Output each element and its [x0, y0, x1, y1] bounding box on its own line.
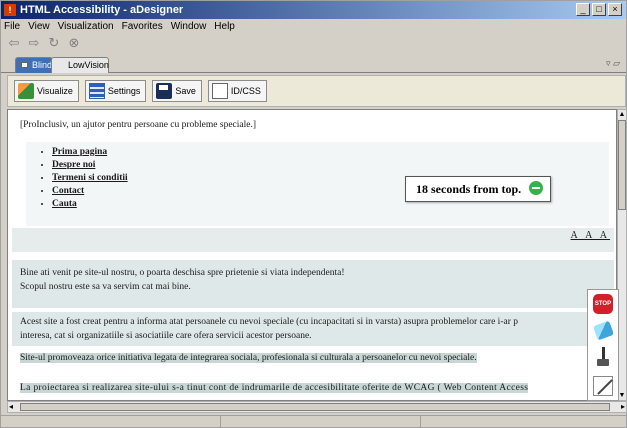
- menu-window[interactable]: Window: [171, 21, 207, 32]
- status-field-3: [421, 416, 626, 428]
- refresh-icon[interactable]: ↻: [47, 35, 61, 51]
- back-icon[interactable]: ⇦: [7, 35, 21, 51]
- menu-help[interactable]: Help: [214, 21, 235, 32]
- accessibility-paragraph: La proiectarea si realizarea site-ului s…: [20, 383, 529, 393]
- scroll-right-icon[interactable]: ▸: [621, 402, 625, 411]
- horizontal-scrollbar[interactable]: ◂ ▸: [7, 401, 627, 413]
- status-field-2: [221, 416, 421, 428]
- id-css-button[interactable]: ID/CSS: [207, 80, 267, 102]
- app-window: ! HTML Accessibility - aDesigner _ □ × F…: [0, 0, 627, 428]
- settings-button[interactable]: Settings: [84, 80, 147, 102]
- status-ok-icon: [529, 181, 543, 195]
- settings-icon: [88, 83, 105, 99]
- nav-link-contact[interactable]: Contact: [52, 185, 128, 198]
- scroll-up-icon[interactable]: ▲: [618, 110, 626, 119]
- eraser-icon[interactable]: [592, 320, 614, 341]
- blind-tab-icon: [21, 62, 28, 68]
- status-bar: [1, 415, 626, 428]
- minimize-button[interactable]: _: [576, 3, 590, 16]
- save-icon: [156, 83, 173, 99]
- visualize-icon: [18, 83, 34, 99]
- vertical-scroll-thumb[interactable]: [618, 120, 626, 210]
- about-paragraph: Acest site a fost creat pentru a informa…: [12, 312, 614, 346]
- status-field-1: [1, 416, 221, 428]
- tab-lowvision[interactable]: LowVision: [51, 57, 109, 73]
- view-menu-icon[interactable]: ▿ ▱: [606, 58, 620, 69]
- forward-icon[interactable]: ⇨: [27, 35, 41, 51]
- action-toolbar: Visualize Settings Save ID/CSS: [7, 75, 626, 107]
- save-button[interactable]: Save: [152, 80, 202, 102]
- title-bar: ! HTML Accessibility - aDesigner _ □ ×: [1, 1, 626, 19]
- promotion-paragraph: Site-ul promoveaza orice initiativa lega…: [20, 353, 477, 363]
- pen-icon[interactable]: [593, 375, 613, 396]
- scroll-down-icon[interactable]: ▼: [618, 391, 626, 400]
- stop-icon[interactable]: ⊗: [67, 35, 81, 51]
- tools-palette: STOP: [587, 289, 619, 401]
- nav-link-cauta[interactable]: Cauta: [52, 198, 128, 211]
- maximize-button[interactable]: □: [592, 3, 606, 16]
- font-size-band: [12, 228, 614, 252]
- menu-bar: File View Visualization Favorites Window…: [1, 19, 235, 33]
- app-icon: !: [4, 4, 16, 16]
- font-size-links[interactable]: A A A: [571, 230, 610, 241]
- nav-link-termeni[interactable]: Termeni si conditii: [52, 172, 128, 185]
- menu-file[interactable]: File: [4, 21, 20, 32]
- document-icon: [211, 83, 228, 99]
- visualize-button[interactable]: Visualize: [14, 80, 79, 102]
- tab-blind[interactable]: Blind: [15, 57, 53, 73]
- welcome-paragraph: Bine ati venit pe site-ul nostru, o poar…: [12, 260, 614, 308]
- reach-time-popup: 18 seconds from top.: [405, 176, 551, 202]
- stop-sign-icon[interactable]: STOP: [593, 294, 613, 315]
- close-button[interactable]: ×: [608, 3, 622, 16]
- menu-visualization[interactable]: Visualization: [58, 21, 114, 32]
- nav-link-prima-pagina[interactable]: Prima pagina: [52, 146, 128, 159]
- page-intro: [ProInclusiv, un ajutor pentru persoane …: [20, 120, 257, 130]
- web-page-view[interactable]: [ProInclusiv, un ajutor pentru persoane …: [7, 109, 617, 401]
- navigation-toolbar: ⇦ ⇨ ↻ ⊗: [1, 34, 81, 52]
- nav-link-despre-noi[interactable]: Despre noi: [52, 159, 128, 172]
- brush-icon[interactable]: [594, 346, 612, 367]
- horizontal-scroll-thumb[interactable]: [20, 403, 610, 411]
- perspective-tabs: Blind LowVision ▿ ▱: [1, 55, 626, 73]
- window-title: HTML Accessibility - aDesigner: [20, 4, 184, 16]
- scroll-left-icon[interactable]: ◂: [9, 402, 13, 411]
- menu-view[interactable]: View: [28, 21, 50, 32]
- menu-favorites[interactable]: Favorites: [122, 21, 163, 32]
